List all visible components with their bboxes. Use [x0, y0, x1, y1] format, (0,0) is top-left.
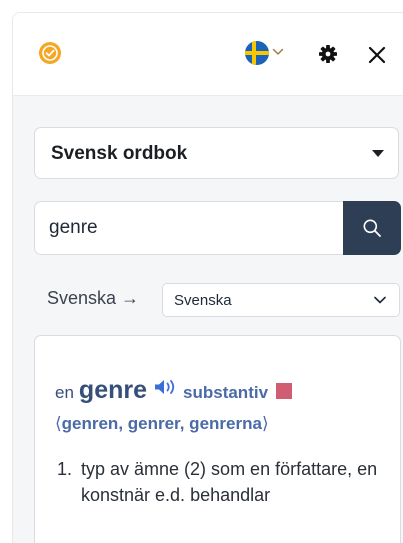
chevron-down-icon — [272, 48, 284, 55]
speaker-icon[interactable] — [153, 378, 179, 396]
inflections-open-bracket: ⟨ — [55, 414, 62, 433]
top-bar — [13, 13, 403, 96]
entry-card: en genre substantiv ⟨genren, genrer, genr… — [34, 335, 401, 543]
target-language-select[interactable]: Svenska — [162, 283, 400, 317]
caret-down-icon — [372, 150, 384, 157]
dictionary-panel: Svensk ordbok Svenska → Svenska engenre — [12, 12, 403, 543]
dictionary-select[interactable]: Svensk ordbok — [34, 127, 399, 179]
search-bar — [34, 201, 401, 255]
swedish-flag-icon — [245, 41, 269, 65]
language-switcher-button[interactable] — [241, 41, 289, 67]
source-language-label: Svenska → — [47, 288, 140, 308]
search-button[interactable] — [343, 201, 401, 255]
word-class-marker — [276, 383, 293, 399]
inflections-close-bracket: ⟩ — [261, 414, 269, 433]
chevron-down-icon — [374, 296, 386, 304]
check-badge-icon — [39, 42, 61, 64]
entry-headword: genre — [78, 376, 148, 404]
language-row: Svenska → Svenska — [47, 283, 402, 317]
entry-article: en — [55, 383, 74, 402]
entry-inflections: ⟨genren, genrer, genrerna⟩ — [55, 414, 269, 434]
definition-text: typ av ämne (2) som en författare, en ko… — [81, 459, 378, 505]
definition-number: 1. — [57, 459, 73, 479]
dictionary-select-label: Svensk ordbok — [51, 143, 188, 164]
gear-icon[interactable] — [317, 43, 339, 65]
search-icon — [363, 219, 381, 237]
inflections-forms: genren, genrer, genrerna — [61, 414, 262, 433]
target-language-value: Svenska — [174, 292, 232, 309]
part-of-speech: substantiv — [183, 383, 269, 402]
definition-item: 1. typ av ämne (2) som en författare, en… — [57, 456, 387, 508]
entry-headline: en genre substantiv — [55, 376, 293, 405]
search-input[interactable] — [34, 201, 344, 255]
close-icon[interactable] — [366, 44, 388, 66]
